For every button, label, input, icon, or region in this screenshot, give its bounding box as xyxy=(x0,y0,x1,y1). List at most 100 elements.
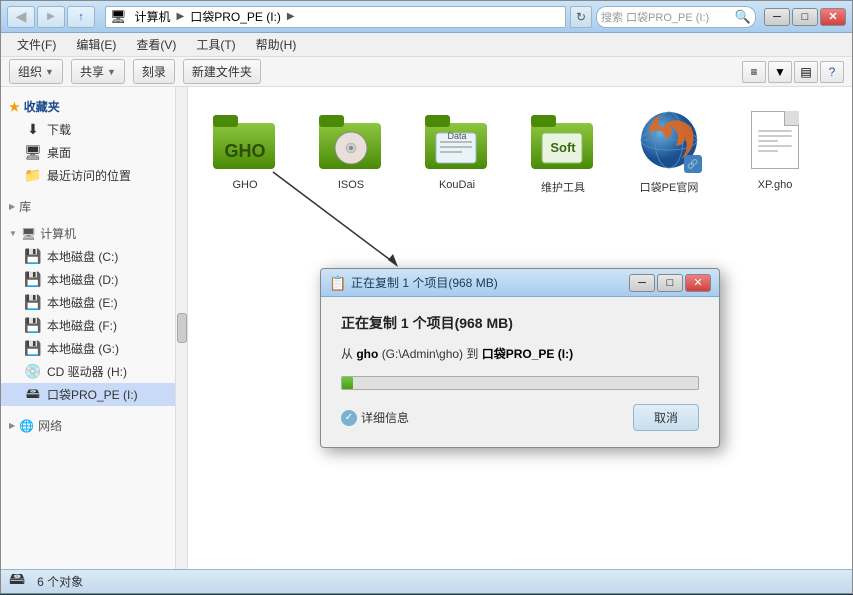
sidebar-item-downloads-label: 下载 xyxy=(47,121,71,138)
dialog-header-text: 正在复制 1 个项目(968 MB) xyxy=(341,313,699,333)
drive-d-icon: 💾 xyxy=(25,272,41,288)
dialog-from-text: 从 gho (G:\Admin\gho) 到 口袋PRO_PE (I:) xyxy=(341,345,699,362)
copy-dialog-overlay: 📋 正在复制 1 个项目(968 MB) ─ □ ✕ 正在复制 1 个项目(96… xyxy=(188,87,852,569)
desktop-icon: 🖥 xyxy=(25,145,41,161)
back-button[interactable]: ◀ xyxy=(7,6,35,28)
breadcrumb-drive-label: 口袋PRO_PE (I:) xyxy=(190,8,281,25)
sidebar-computer-section: ▼ 🖥 计算机 💾 本地磁盘 (C:) 💾 本地磁盘 (D:) 💾 本地磁盘 (… xyxy=(1,222,175,406)
menu-tools[interactable]: 工具(T) xyxy=(188,34,243,55)
drive-f-label: 本地磁盘 (F:) xyxy=(47,317,117,334)
view-toggle-button[interactable]: ≡ xyxy=(742,61,766,83)
library-triangle-icon: ▶ xyxy=(9,202,15,211)
back-icon: ◀ xyxy=(16,8,27,25)
burn-button[interactable]: 刻录 xyxy=(133,59,175,84)
organize-button[interactable]: 组织 ▼ xyxy=(9,59,63,84)
window-controls: ─ □ ✕ xyxy=(764,8,846,26)
sidebar-item-drive-g[interactable]: 💾 本地磁盘 (G:) xyxy=(1,337,175,360)
share-button[interactable]: 共享 ▼ xyxy=(71,59,125,84)
sidebar-item-drive-c[interactable]: 💾 本地磁盘 (C:) xyxy=(1,245,175,268)
copy-dialog: 📋 正在复制 1 个项目(968 MB) ─ □ ✕ 正在复制 1 个项目(96… xyxy=(320,268,720,448)
breadcrumb-icon: 🖥 xyxy=(110,9,127,25)
breadcrumb-computer[interactable]: 计算机 xyxy=(131,6,175,27)
sidebar-item-drive-f[interactable]: 💾 本地磁盘 (F:) xyxy=(1,314,175,337)
search-icon[interactable]: 🔍 xyxy=(735,9,751,25)
dialog-maximize-button[interactable]: □ xyxy=(657,274,683,292)
minimize-button[interactable]: ─ xyxy=(764,8,790,26)
sidebar-network-header[interactable]: ▶ 🌐 网络 xyxy=(1,414,175,437)
dialog-close-button[interactable]: ✕ xyxy=(685,274,711,292)
menu-file[interactable]: 文件(F) xyxy=(9,34,64,55)
menu-view[interactable]: 查看(V) xyxy=(128,34,184,55)
menu-help[interactable]: 帮助(H) xyxy=(248,34,305,55)
dialog-minimize-button[interactable]: ─ xyxy=(629,274,655,292)
drive-h-label: CD 驱动器 (H:) xyxy=(47,363,127,380)
network-triangle-icon: ▶ xyxy=(9,421,15,430)
path-separator-1: ▶ xyxy=(177,11,185,22)
sidebar-library-label: 库 xyxy=(19,198,31,215)
command-bar: 组织 ▼ 共享 ▼ 刻录 新建文件夹 ≡ ▼ ▤ ? xyxy=(1,57,852,87)
drive-g-label: 本地磁盘 (G:) xyxy=(47,340,119,357)
maximize-button[interactable]: □ xyxy=(792,8,818,26)
status-drive-icon: 🖴 xyxy=(9,568,25,595)
details-toggle-button[interactable]: ✓ 详细信息 xyxy=(341,409,409,426)
view-controls: ≡ ▼ ▤ ? xyxy=(742,61,844,83)
sidebar-item-drive-i[interactable]: 🖴 口袋PRO_PE (I:) xyxy=(1,383,175,406)
sidebar-scroll-thumb[interactable] xyxy=(177,313,187,343)
drive-i-label: 口袋PRO_PE (I:) xyxy=(47,386,138,403)
drive-g-icon: 💾 xyxy=(25,341,41,357)
drive-h-icon: 💿 xyxy=(25,364,41,380)
share-dropdown-icon: ▼ xyxy=(107,67,116,77)
menu-edit[interactable]: 编辑(E) xyxy=(68,34,124,55)
burn-label: 刻录 xyxy=(142,63,166,80)
up-button[interactable]: ↑ xyxy=(67,6,95,28)
sidebar-scrollbar[interactable] xyxy=(176,87,188,569)
sidebar-favorites-header[interactable]: ★ 收藏夹 xyxy=(1,95,175,118)
organize-label: 组织 xyxy=(18,63,42,80)
close-button[interactable]: ✕ xyxy=(820,8,846,26)
dialog-footer: ✓ 详细信息 取消 xyxy=(341,404,699,431)
preview-pane-button[interactable]: ▤ xyxy=(794,61,818,83)
downloads-icon: ⬇ xyxy=(25,122,41,138)
dialog-from-file: gho xyxy=(356,347,378,361)
main-content: ★ 收藏夹 ⬇ 下载 🖥 桌面 📁 最近访问的位置 ▶ xyxy=(1,87,852,569)
sidebar-item-desktop[interactable]: 🖥 桌面 xyxy=(1,141,175,164)
drive-e-icon: 💾 xyxy=(25,295,41,311)
drive-e-label: 本地磁盘 (E:) xyxy=(47,294,118,311)
progress-bar-fill xyxy=(342,377,353,389)
share-label: 共享 xyxy=(80,63,104,80)
up-icon: ↑ xyxy=(78,11,84,23)
menu-bar: 文件(F) 编辑(E) 查看(V) 工具(T) 帮助(H) xyxy=(1,33,852,57)
drive-c-label: 本地磁盘 (C:) xyxy=(47,248,118,265)
search-bar[interactable]: 搜索 口袋PRO_PE (I:) 🔍 xyxy=(596,6,756,28)
address-bar[interactable]: 🖥 计算机 ▶ 口袋PRO_PE (I:) ▶ xyxy=(105,6,566,28)
sidebar-item-drive-e[interactable]: 💾 本地磁盘 (E:) xyxy=(1,291,175,314)
refresh-icon: ↻ xyxy=(576,10,586,24)
sidebar-item-drive-d[interactable]: 💾 本地磁盘 (D:) xyxy=(1,268,175,291)
explorer-window: ◀ ▶ ↑ 🖥 计算机 ▶ 口袋PRO_PE (I:) ▶ ↻ xyxy=(0,0,853,594)
breadcrumb-drive[interactable]: 口袋PRO_PE (I:) xyxy=(186,6,285,27)
dialog-from-path: (G:\Admin\gho) xyxy=(382,347,463,361)
sidebar-library-header[interactable]: ▶ 库 xyxy=(1,195,175,218)
path-separator-2: ▶ xyxy=(287,11,295,22)
star-icon: ★ xyxy=(9,100,20,114)
sidebar-item-recent[interactable]: 📁 最近访问的位置 xyxy=(1,164,175,187)
refresh-button[interactable]: ↻ xyxy=(570,6,592,28)
progress-bar-container xyxy=(341,376,699,390)
sidebar-favorites-section: ★ 收藏夹 ⬇ 下载 🖥 桌面 📁 最近访问的位置 xyxy=(1,95,175,187)
view-dropdown-button[interactable]: ▼ xyxy=(768,61,792,83)
dialog-title-bar: 📋 正在复制 1 个项目(968 MB) ─ □ ✕ xyxy=(321,269,719,297)
drive-d-label: 本地磁盘 (D:) xyxy=(47,271,118,288)
cancel-button[interactable]: 取消 xyxy=(633,404,699,431)
sidebar-item-drive-h[interactable]: 💿 CD 驱动器 (H:) xyxy=(1,360,175,383)
dialog-title-text: 正在复制 1 个项目(968 MB) xyxy=(351,274,629,291)
new-folder-button[interactable]: 新建文件夹 xyxy=(183,59,261,84)
help-button[interactable]: ? xyxy=(820,61,844,83)
sidebar-item-downloads[interactable]: ⬇ 下载 xyxy=(1,118,175,141)
search-placeholder: 搜索 口袋PRO_PE (I:) xyxy=(601,9,735,25)
drive-c-icon: 💾 xyxy=(25,249,41,265)
sidebar-computer-header[interactable]: ▼ 🖥 计算机 xyxy=(1,222,175,245)
details-check-icon: ✓ xyxy=(345,412,353,423)
sidebar-item-recent-label: 最近访问的位置 xyxy=(47,167,131,184)
forward-button[interactable]: ▶ xyxy=(37,6,65,28)
sidebar-favorites-label: 收藏夹 xyxy=(24,98,60,115)
